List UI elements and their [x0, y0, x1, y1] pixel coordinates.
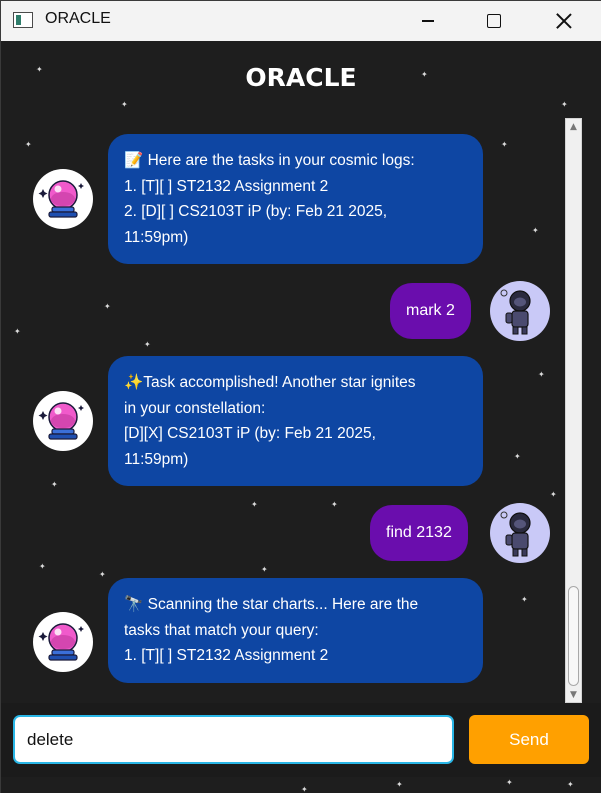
title-bar[interactable]: ORACLE: [1, 1, 601, 41]
message-line: [D][X] CS2103T iP (by: Feb 21 2025,: [124, 425, 376, 442]
star-icon: ✦: [561, 100, 568, 109]
send-button[interactable]: Send: [469, 715, 589, 764]
chat-scrollbar[interactable]: ▲ ▼: [565, 118, 582, 703]
minimize-button[interactable]: [405, 1, 451, 41]
message-line: 🔭 Scanning the star charts... Here are t…: [124, 596, 419, 613]
minimize-icon: [422, 20, 434, 22]
maximize-button[interactable]: [471, 1, 517, 41]
maximize-icon: [487, 14, 501, 28]
bot-message-bubble: ✨Task accomplished! Another star ignites…: [108, 356, 483, 486]
message-line: 1. [T][ ] ST2132 Assignment 2: [124, 647, 329, 664]
input-bar: Send: [1, 703, 601, 777]
close-icon: [556, 13, 572, 29]
crystal-ball-icon: [38, 623, 84, 661]
user-message-bubble: find 2132: [370, 505, 468, 561]
app-title: ORACLE: [245, 63, 357, 92]
message-input[interactable]: [13, 715, 454, 764]
bot-message-bubble: 📝 Here are the tasks in your cosmic logs…: [108, 134, 483, 264]
user-avatar: [490, 503, 550, 563]
star-icon: ✦: [396, 780, 403, 789]
message-line: 11:59pm): [124, 228, 189, 246]
close-button[interactable]: [541, 1, 587, 41]
bot-message-bubble: 🔭 Scanning the star charts... Here are t…: [108, 578, 483, 683]
window-title: ORACLE: [45, 10, 111, 27]
scroll-thumb[interactable]: [568, 586, 579, 686]
message-line: 📝 Here are the tasks in your cosmic logs…: [124, 152, 415, 169]
bot-avatar: [33, 391, 93, 451]
user-avatar: [490, 281, 550, 341]
scroll-up-icon[interactable]: ▲: [566, 119, 581, 134]
user-message-bubble: mark 2: [390, 283, 471, 339]
message-line: 1. [T][ ] ST2132 Assignment 2: [124, 177, 329, 195]
scroll-down-icon[interactable]: ▼: [566, 687, 581, 702]
crystal-ball-icon: [38, 402, 84, 440]
chat-scroll-area[interactable]: 📝 Here are the tasks in your cosmic logs…: [1, 118, 563, 701]
message-line: tasks that match your query:: [124, 621, 319, 639]
app-window: ORACLE ✦✦✦✦✦✦✦✦✦✦✦✦✦✦✦✦✦✦✦✦✦✦✦✦✦✦✦✦✦✦✦✦✦…: [0, 0, 601, 793]
star-icon: ✦: [301, 785, 308, 793]
message-line: in your constellation:: [124, 399, 266, 417]
star-icon: ✦: [506, 778, 513, 787]
app-window-icon: [13, 12, 33, 28]
astronaut-icon: [500, 289, 531, 335]
message-line: 2. [D][ ] CS2103T iP (by: Feb 21 2025,: [124, 203, 388, 220]
bot-avatar: [33, 169, 93, 229]
space-background: ✦✦✦✦✦✦✦✦✦✦✦✦✦✦✦✦✦✦✦✦✦✦✦✦✦✦✦✦✦✦✦✦✦✦✦✦✦ OR…: [1, 41, 601, 793]
star-icon: ✦: [567, 780, 574, 789]
bot-avatar: [33, 612, 93, 672]
message-line: ✨Task accomplished! Another star ignites: [124, 374, 416, 391]
message-line: 11:59pm): [124, 450, 189, 468]
star-icon: ✦: [121, 100, 128, 109]
crystal-ball-icon: [38, 180, 84, 218]
astronaut-icon: [500, 511, 531, 557]
